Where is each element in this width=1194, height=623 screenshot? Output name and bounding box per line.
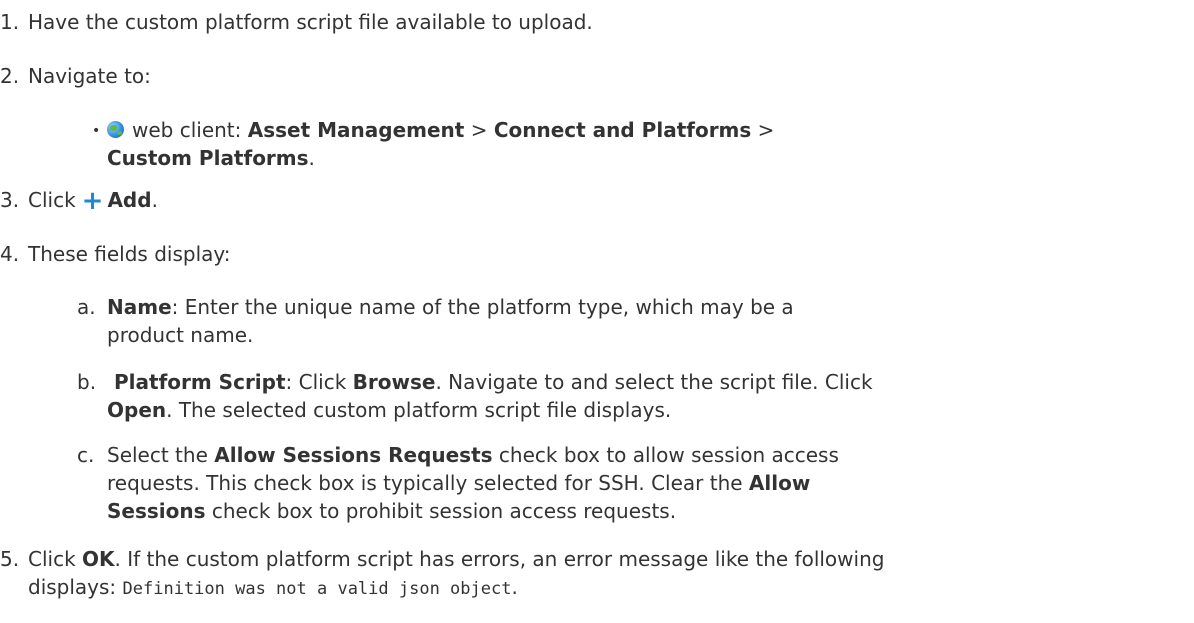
step-3-end: . (151, 188, 158, 212)
sessions-label: Sessions (107, 499, 206, 523)
item-c-line-2: requests. This check box is typically se… (107, 469, 810, 497)
item-b-line-1: Platform Script: Click Browse. Navigate … (114, 368, 873, 396)
step-3-number: 3. (0, 188, 20, 212)
step-4-number: 4. (0, 242, 20, 266)
procedure-document: 1. Have the custom platform script file … (0, 0, 1194, 623)
step-4-text: These fields display: (28, 242, 231, 266)
nav-prefix: web client: (132, 118, 248, 142)
item-b-text: . The selected custom platform script fi… (166, 398, 672, 422)
allow-sessions-requests-label: Allow Sessions Requests (214, 443, 493, 467)
item-b-text: : Click (285, 370, 353, 394)
nav-path-line-2: Custom Platforms. (107, 144, 315, 172)
step-3-text: Click + Add. (28, 186, 158, 214)
open-label: Open (107, 398, 167, 422)
step-5-end: . (511, 575, 518, 599)
field-platform-script-label: Platform Script (114, 370, 286, 394)
item-c-text: check box to prohibit session access req… (205, 499, 677, 523)
item-a-line-2: product name. (107, 323, 254, 347)
item-b-line-2: Open. The selected custom platform scrip… (107, 396, 671, 424)
step-3-prefix: Click (28, 188, 76, 212)
allow-label: Allow (748, 471, 811, 495)
item-a-line-1: Name: Enter the unique name of the platf… (107, 293, 794, 321)
item-c-line-3: Sessions check box to prohibit session a… (107, 497, 676, 525)
add-label: Add (107, 188, 152, 212)
nav-custom-platforms: Custom Platforms (107, 146, 309, 170)
item-a-text: : Enter the unique name of the platform … (171, 295, 794, 319)
ok-label: OK (82, 547, 115, 571)
step-1-number: 1. (0, 10, 20, 34)
field-name-label: Name (107, 295, 172, 319)
plus-icon: + (81, 186, 104, 216)
step-2-text: Navigate to: (28, 64, 151, 88)
step-5-line-1: Click OK. If the custom platform script … (28, 545, 884, 573)
browse-label: Browse (352, 370, 436, 394)
step-2-number: 2. (0, 64, 20, 88)
item-b-text: . Navigate to and select the script file… (435, 370, 873, 394)
nav-connect-platforms: Connect and Platforms (493, 118, 752, 142)
item-c-line-1: Select the Allow Sessions Requests check… (107, 441, 839, 469)
globe-icon (107, 121, 124, 138)
item-b-letter: b. (77, 370, 97, 394)
step-5-text: . If the custom platform script has erro… (114, 547, 885, 571)
item-c-text: Select the (107, 443, 215, 467)
bullet-marker: • (92, 123, 101, 139)
step-5-number: 5. (0, 547, 20, 571)
step-5-text: Click (28, 547, 83, 571)
item-c-text: check box to allow session access (492, 443, 839, 467)
nav-separator: > (751, 118, 775, 142)
error-message-code: Definition was not a valid json object (122, 579, 512, 599)
nav-end: . (308, 146, 315, 170)
item-c-letter: c. (77, 443, 95, 467)
nav-path-line-1: web client: Asset Management > Connect a… (107, 116, 774, 144)
nav-separator: > (464, 118, 494, 142)
step-5-line-2: displays: Definition was not a valid jso… (28, 573, 518, 603)
item-a-letter: a. (77, 295, 96, 319)
step-5-text: displays: (28, 575, 123, 599)
nav-asset-management: Asset Management (247, 118, 465, 142)
step-1-text: Have the custom platform script file ava… (28, 10, 593, 34)
item-c-text: requests. This check box is typically se… (107, 471, 749, 495)
